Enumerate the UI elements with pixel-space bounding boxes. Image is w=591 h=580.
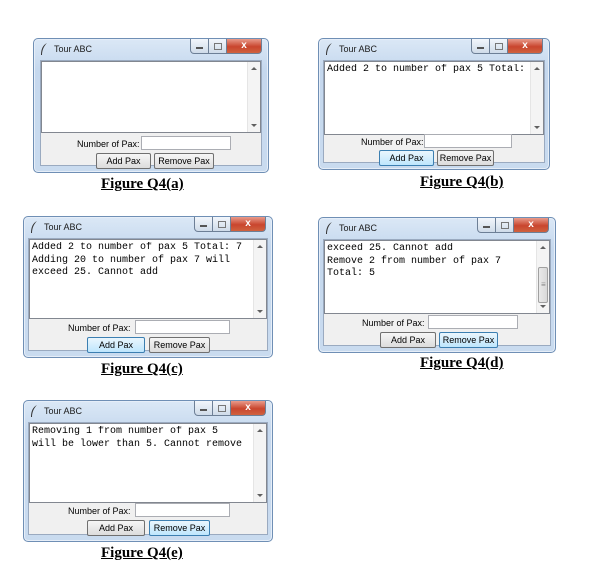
minimize-button[interactable]: [194, 217, 213, 232]
tour-window-d: Tour ABC x exceed 25. Cannot add Remove …: [318, 217, 556, 353]
close-button[interactable]: x: [508, 39, 543, 54]
title-bar: Tour ABC x: [319, 39, 549, 60]
pax-input[interactable]: [135, 320, 230, 334]
title-bar: Tour ABC x: [24, 217, 272, 238]
vertical-scrollbar[interactable]: [536, 241, 549, 313]
scroll-up-icon[interactable]: [257, 429, 263, 432]
close-button[interactable]: x: [514, 218, 549, 233]
minimize-button[interactable]: [477, 218, 496, 233]
window-client: Number of Pax: Add Pax Remove Pax: [40, 60, 262, 169]
maximize-button[interactable]: [496, 218, 514, 233]
tour-window-a: Tour ABC x Number of Pax: Add Pax Remove…: [33, 38, 269, 173]
vertical-scrollbar[interactable]: [530, 62, 543, 134]
scroll-down-icon[interactable]: [540, 305, 546, 308]
scroll-down-icon[interactable]: [251, 124, 257, 127]
pax-label: Number of Pax:: [362, 318, 425, 328]
scroll-up-icon[interactable]: [251, 67, 257, 70]
title-bar: Tour ABC x: [34, 39, 268, 60]
vertical-scrollbar[interactable]: [253, 424, 266, 502]
remove-pax-button[interactable]: Remove Pax: [439, 332, 498, 348]
scroll-down-icon[interactable]: [257, 310, 263, 313]
scrollbar-thumb[interactable]: [538, 267, 548, 303]
scroll-up-icon[interactable]: [534, 67, 540, 70]
maximize-button[interactable]: [209, 39, 227, 54]
tour-window-c: Tour ABC x Added 2 to number of pax 5 To…: [23, 216, 273, 358]
output-textarea[interactable]: Added 2 to number of pax 5 Total: 7 Addi…: [29, 239, 267, 319]
title-bar: Tour ABC x: [319, 218, 555, 239]
window-client: Added 2 to number of pax 5 Total: 7 Addi…: [28, 238, 268, 353]
pax-label: Number of Pax:: [77, 139, 140, 149]
remove-pax-button[interactable]: Remove Pax: [149, 520, 210, 536]
window-title: Tour ABC: [44, 406, 83, 416]
add-pax-button[interactable]: Add Pax: [380, 332, 436, 348]
output-text: Removing 1 from number of pax 5 will be …: [32, 426, 243, 450]
figure-caption: Figure Q4(c): [101, 361, 183, 377]
maximize-button[interactable]: [213, 401, 231, 416]
output-textarea[interactable]: [41, 61, 261, 133]
scroll-down-icon[interactable]: [257, 494, 263, 497]
scroll-down-icon[interactable]: [534, 126, 540, 129]
output-text: exceed 25. Cannot add Remove 2 from numb…: [327, 243, 502, 279]
tour-window-b: Tour ABC x Added 2 to number of pax 5 To…: [318, 38, 550, 170]
pax-label: Number of Pax:: [68, 506, 131, 516]
figure-caption: Figure Q4(b): [420, 174, 504, 190]
output-textarea[interactable]: exceed 25. Cannot add Remove 2 from numb…: [324, 240, 550, 314]
output-textarea[interactable]: Added 2 to number of pax 5 Total: 7: [324, 61, 544, 135]
pax-input[interactable]: [428, 315, 518, 329]
window-title: Tour ABC: [54, 44, 93, 54]
remove-pax-button[interactable]: Remove Pax: [154, 153, 214, 169]
window-title: Tour ABC: [339, 223, 378, 233]
window-title: Tour ABC: [44, 222, 83, 232]
feather-icon: [31, 405, 37, 417]
feather-icon: [326, 43, 332, 55]
add-pax-button[interactable]: Add Pax: [96, 153, 151, 169]
figure-caption: Figure Q4(d): [420, 355, 504, 371]
output-text: Added 2 to number of pax 5 Total: 7: [327, 64, 529, 75]
add-pax-button[interactable]: Add Pax: [87, 520, 145, 536]
minimize-button[interactable]: [194, 401, 213, 416]
vertical-scrollbar[interactable]: [247, 62, 260, 132]
pax-label: Number of Pax:: [68, 323, 131, 333]
scroll-up-icon[interactable]: [257, 245, 263, 248]
pax-input[interactable]: [424, 134, 512, 148]
feather-icon: [31, 221, 37, 233]
feather-icon: [41, 43, 47, 55]
window-client: Removing 1 from number of pax 5 will be …: [28, 422, 268, 536]
maximize-button[interactable]: [490, 39, 508, 54]
maximize-button[interactable]: [213, 217, 231, 232]
add-pax-button[interactable]: Add Pax: [379, 150, 434, 166]
close-button[interactable]: x: [231, 217, 266, 232]
remove-pax-button[interactable]: Remove Pax: [437, 150, 494, 166]
close-button[interactable]: x: [231, 401, 266, 416]
figure-caption: Figure Q4(a): [101, 176, 184, 192]
pax-label: Number of Pax:: [361, 137, 424, 147]
output-text: Added 2 to number of pax 5 Total: 7 Addi…: [32, 242, 243, 278]
minimize-button[interactable]: [190, 39, 209, 54]
window-client: exceed 25. Cannot add Remove 2 from numb…: [323, 239, 551, 348]
scroll-up-icon[interactable]: [540, 246, 546, 249]
close-button[interactable]: x: [227, 39, 262, 54]
title-bar: Tour ABC x: [24, 401, 272, 422]
window-client: Added 2 to number of pax 5 Total: 7 Numb…: [323, 60, 545, 166]
figure-caption: Figure Q4(e): [101, 545, 183, 561]
output-textarea[interactable]: Removing 1 from number of pax 5 will be …: [29, 423, 267, 503]
window-title: Tour ABC: [339, 44, 378, 54]
tour-window-e: Tour ABC x Removing 1 from number of pax…: [23, 400, 273, 542]
add-pax-button[interactable]: Add Pax: [87, 337, 145, 353]
minimize-button[interactable]: [471, 39, 490, 54]
feather-icon: [326, 222, 332, 234]
vertical-scrollbar[interactable]: [253, 240, 266, 318]
remove-pax-button[interactable]: Remove Pax: [149, 337, 210, 353]
pax-input[interactable]: [141, 136, 231, 150]
pax-input[interactable]: [135, 503, 230, 517]
